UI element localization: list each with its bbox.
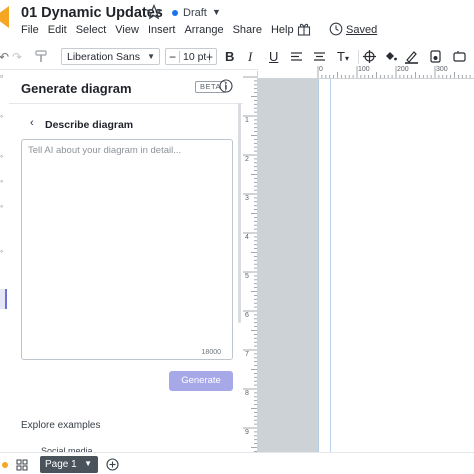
bottom-bar: Page 1 ▼	[0, 452, 474, 474]
line-color-icon[interactable]	[404, 49, 419, 64]
chevron-left-icon[interactable]: ‹	[30, 117, 34, 129]
increase-size-button[interactable]: +	[206, 50, 213, 64]
left-rail: ▫ ◦ ◦ ◦ ◦ ◦	[0, 71, 8, 451]
ai-panel-tab[interactable]	[0, 289, 7, 309]
character-limit: 18000	[201, 349, 221, 356]
menu-share[interactable]: Share	[233, 24, 262, 38]
menu-arrange[interactable]: Arrange	[184, 24, 223, 38]
redo-icon[interactable]: ↷	[12, 50, 22, 64]
ruler-label: 7	[245, 351, 249, 358]
align-center-icon[interactable]	[312, 49, 327, 64]
ruler-label: 300	[436, 66, 448, 73]
ruler-label: 8	[245, 390, 249, 397]
describe-diagram-heading: Describe diagram	[45, 119, 134, 131]
clock-icon	[329, 22, 343, 36]
ruler-label: 2	[245, 156, 249, 163]
italic-button[interactable]: I	[248, 49, 252, 65]
status-indicator	[2, 462, 8, 468]
menu-edit[interactable]: Edit	[48, 24, 67, 38]
ruler-label: 200	[397, 66, 409, 73]
toolbar-divider	[358, 50, 359, 64]
chevron-down-icon[interactable]: ▼	[212, 7, 221, 17]
saved-status[interactable]: Saved	[346, 24, 377, 36]
ruler-label: 4	[245, 234, 249, 241]
shape-options-icon[interactable]	[452, 49, 467, 64]
underline-button[interactable]: U	[269, 49, 278, 64]
crosshair-icon[interactable]	[362, 49, 377, 64]
diagram-prompt-input[interactable]	[22, 140, 232, 359]
add-page-icon[interactable]	[106, 458, 119, 471]
ruler-label: 1	[245, 117, 249, 124]
templates-icon[interactable]: ◦	[0, 111, 6, 121]
gift-icon[interactable]	[297, 22, 311, 36]
align-left-icon[interactable]	[289, 49, 304, 64]
menu-select[interactable]: Select	[76, 24, 107, 38]
menu-file[interactable]: File	[21, 24, 39, 38]
page-tab-label: Page 1	[45, 459, 77, 470]
horizontal-ruler: 0 100 200 300	[258, 65, 474, 79]
chevron-down-icon: ▾	[344, 54, 349, 63]
ruler-label: 5	[245, 273, 249, 280]
decrease-size-button[interactable]: −	[169, 50, 176, 64]
data-icon[interactable]: ◦	[0, 151, 6, 161]
page-tab[interactable]: Page 1 ▼	[40, 456, 98, 473]
info-icon[interactable]	[219, 79, 233, 93]
text-options-label: T	[337, 49, 345, 64]
ruler-label: 3	[245, 195, 249, 202]
generate-button[interactable]: Generate	[169, 371, 233, 391]
chevron-down-icon: ▼	[147, 52, 155, 61]
star-icon[interactable]	[146, 4, 162, 20]
document-title[interactable]: 01 Dynamic Updates	[21, 5, 163, 21]
panel-divider	[9, 103, 245, 104]
canvas-margin	[258, 79, 318, 452]
page-guide-line	[330, 79, 331, 452]
panel-scrollbar[interactable]	[238, 103, 241, 323]
panel-title: Generate diagram	[21, 81, 132, 96]
layers-icon[interactable]: ◦	[0, 201, 6, 211]
font-family-select[interactable]: Liberation Sans ▼	[61, 48, 160, 65]
menu-help[interactable]: Help	[271, 24, 294, 38]
ruler-label: 100	[358, 66, 370, 73]
shapes-icon[interactable]: ▫	[0, 71, 6, 81]
menu-view[interactable]: View	[115, 24, 139, 38]
font-size-stepper[interactable]: − 10 pt +	[165, 48, 217, 65]
generate-diagram-panel: Generate diagram BETA ‹ Describe diagram…	[9, 71, 245, 452]
menu-bar: File Edit Select View Insert Arrange Sha…	[21, 24, 303, 38]
ruler-label: 0	[319, 66, 323, 73]
status-dot	[172, 10, 178, 16]
canvas-page[interactable]	[318, 79, 474, 452]
fill-color-icon[interactable]	[383, 49, 398, 64]
ruler-label: 9	[245, 429, 249, 436]
image-icon[interactable]: ◦	[0, 176, 6, 186]
comments-icon[interactable]: ◦	[0, 246, 6, 256]
ruler-label: 6	[245, 312, 249, 319]
diagram-prompt-box: 18000	[21, 139, 233, 360]
status-label[interactable]: Draft	[183, 7, 207, 19]
format-painter-icon[interactable]	[34, 49, 49, 64]
pages-grid-icon[interactable]	[16, 459, 28, 471]
explore-examples-label: Explore examples	[21, 420, 101, 431]
menu-insert[interactable]: Insert	[148, 24, 176, 38]
opacity-icon[interactable]	[428, 49, 443, 64]
font-family-value: Liberation Sans	[67, 51, 140, 63]
app-logo[interactable]	[0, 6, 9, 28]
bold-button[interactable]: B	[225, 49, 234, 64]
text-options-button[interactable]: T▾	[337, 49, 349, 64]
vertical-ruler: 1 2 3 4 5 6 7 8 9	[243, 71, 258, 452]
chevron-down-icon[interactable]: ▼	[84, 459, 92, 468]
undo-icon[interactable]: ↶	[0, 50, 9, 64]
